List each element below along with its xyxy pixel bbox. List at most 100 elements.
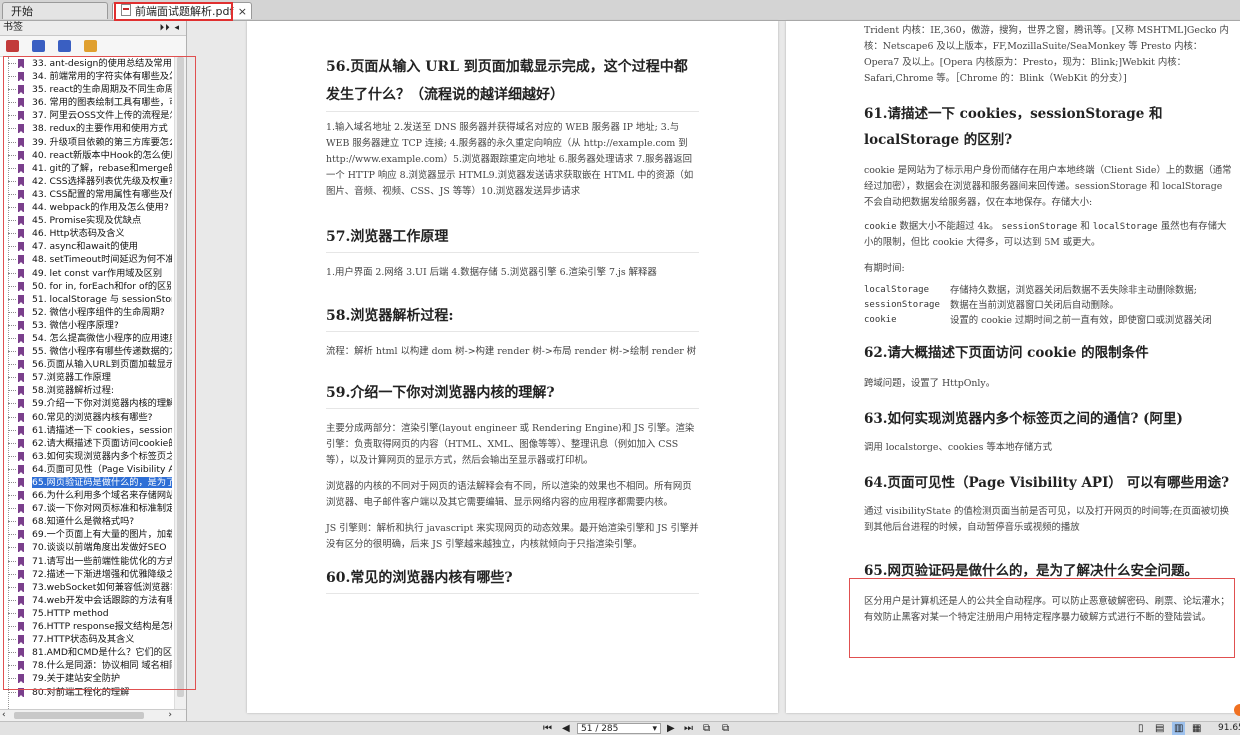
bookmark-properties-icon[interactable]	[84, 40, 97, 52]
bookmark-item[interactable]: 52. 微信小程序组件的生命周期?	[0, 306, 172, 319]
bookmark-item[interactable]: 44. webpack的作用及怎么使用?	[0, 201, 172, 214]
bookmark-item[interactable]: 67.谈一下你对网页标准和标准制定机构	[0, 502, 172, 515]
bookmark-item[interactable]: 79.关于建站安全防护	[0, 672, 172, 685]
text-59-p1: 主要分成两部分：渲染引擎(layout engineer 或 Rendering…	[326, 423, 695, 466]
bookmark-item[interactable]: 55. 微信小程序有哪些传递数据的方法	[0, 345, 172, 358]
bookmark-item[interactable]: 62.请大概描述下页面访问cookie的限制	[0, 437, 172, 450]
scroll-thumb[interactable]	[177, 57, 184, 697]
bookmark-icon	[18, 229, 24, 239]
bookmark-item[interactable]: 58.浏览器解析过程:	[0, 384, 172, 397]
bookmark-item[interactable]: 40. react新版本中Hook的怎么使用	[0, 149, 172, 162]
bookmark-item[interactable]: 33. ant-design的使用总结及常用组件	[0, 57, 172, 70]
bookmark-item[interactable]: 41. git的了解，rebase和merge的区别	[0, 162, 172, 175]
bookmark-label: 65.网页验证码是做什么的，是为了解决	[32, 477, 172, 488]
bookmark-item[interactable]: 48. setTimeout时间延迟为何不准	[0, 253, 172, 266]
expiry-desc: 数据在当前浏览器窗口关闭后自动删除。	[950, 300, 1119, 311]
add-bookmark-icon[interactable]	[32, 40, 45, 52]
bookmark-item[interactable]: 77.HTTP状态码及其含义	[0, 633, 172, 646]
bookmark-label: 37. 阿里云OSS文件上传的流程是怎样的	[32, 110, 172, 122]
bookmark-item[interactable]: 37. 阿里云OSS文件上传的流程是怎样的	[0, 109, 172, 122]
tab-start[interactable]: 开始	[2, 2, 108, 19]
continuous-view-icon[interactable]: ▤	[1155, 722, 1164, 735]
bookmark-item[interactable]: 59.介绍一下你对浏览器内核的理解?	[0, 397, 172, 410]
single-page-view-icon[interactable]: ▯	[1138, 722, 1144, 735]
bookmark-label: 76.HTTP response报文结构是怎样的	[32, 621, 172, 633]
bookmark-item[interactable]: 65.网页验证码是做什么的，是为了解决	[0, 476, 172, 489]
continuous-facing-view-icon[interactable]: ▦	[1192, 722, 1201, 735]
bookmark-item[interactable]: 34. 前端常用的字符实体有哪些及怎么用	[0, 70, 172, 83]
bookmark-icon	[18, 491, 24, 501]
bookmark-item[interactable]: 35. react的生命周期及不同生命周期的作用	[0, 83, 172, 96]
facing-view-icon[interactable]: ▥	[1172, 722, 1186, 735]
text-61-p2: cookie 数据大小不能超过 4k。 sessionStorage 和 loc…	[864, 219, 1234, 251]
scroll-left-icon[interactable]: ‹	[2, 710, 6, 721]
bookmark-item[interactable]: 68.知道什么是微格式吗?	[0, 515, 172, 528]
back-view-icon[interactable]: ⧉	[703, 722, 710, 735]
bookmark-item[interactable]: 70.谈谈以前端角度出发做好SEO（搜索	[0, 541, 172, 554]
page-number-input[interactable]: 51 / 285 ▾	[577, 723, 661, 734]
bookmarks-toolbar	[0, 36, 186, 57]
bookmark-item[interactable]: 49. let const var作用域及区别	[0, 267, 172, 280]
bookmark-item[interactable]: 47. async和await的使用	[0, 240, 172, 253]
bookmark-icon	[18, 622, 24, 632]
bookmark-item[interactable]: 54. 怎么提高微信小程序的应用速度	[0, 332, 172, 345]
bookmark-item[interactable]: 36. 常用的图表绘制工具有哪些，可以说一下	[0, 96, 172, 109]
zoom-level[interactable]: 91.65	[1218, 722, 1240, 735]
tree-connector	[8, 115, 16, 117]
bookmark-item[interactable]: 57.浏览器工作原理	[0, 371, 172, 384]
bookmark-item[interactable]: 71.请写出一些前端性能优化的方式，越多越好	[0, 555, 172, 568]
bookmark-item[interactable]: 39. 升级项目依赖的第三方库要怎么做	[0, 136, 172, 149]
bookmark-item[interactable]: 66.为什么利用多个域名来存储网站资源	[0, 489, 172, 502]
tree-connector	[8, 285, 16, 287]
tree-connector	[8, 468, 16, 470]
first-page-icon[interactable]: ⏮	[543, 722, 552, 735]
bookmark-item[interactable]: 72.描述一下渐进增强和优雅降级之间的不同	[0, 568, 172, 581]
bookmark-item[interactable]: 74.web开发中会话跟踪的方法有哪些	[0, 594, 172, 607]
last-page-icon[interactable]: ⏭	[684, 722, 693, 735]
bookmark-item[interactable]: 43. CSS配置的常用属性有哪些及作用	[0, 188, 172, 201]
bookmark-item[interactable]: 46. Http状态码及含义	[0, 227, 172, 240]
panel-controls[interactable]: ⏵⏵ ◂	[160, 21, 180, 35]
scroll-right-icon[interactable]: ›	[168, 710, 172, 721]
bookmark-item[interactable]: 42. CSS选择器列表优先级及权重?	[0, 175, 172, 188]
bookmark-item[interactable]: 56.页面从输入URL到页面加载显示完成	[0, 358, 172, 371]
bookmark-item[interactable]: 63.如何实现浏览器内多个标签页之间的通信	[0, 450, 172, 463]
bookmark-item[interactable]: 61.请描述一下 cookies，sessionStorage	[0, 424, 172, 437]
assistant-badge-icon[interactable]	[1234, 704, 1240, 716]
bookmark-item[interactable]: 53. 微信小程序原理?	[0, 319, 172, 332]
prev-page-icon[interactable]: ◀	[562, 722, 570, 735]
bookmark-item[interactable]: 80.对前端工程化的理解	[0, 686, 172, 699]
tree-connector	[8, 377, 16, 379]
bookmark-item[interactable]: 51. localStorage 与 sessionStorage 与 cook…	[0, 293, 172, 306]
bookmark-item[interactable]: 69.一个页面上有大量的图片，加载很慢	[0, 528, 172, 541]
bookmark-icon	[18, 268, 24, 278]
expand-bookmark-icon[interactable]	[6, 40, 19, 52]
forward-view-icon[interactable]: ⧉	[722, 722, 729, 735]
bookmark-icon	[18, 307, 24, 317]
tab-pdf-document[interactable]: 前端面试题解析.pdf ×	[112, 2, 252, 19]
bookmark-item[interactable]: 60.常见的浏览器内核有哪些?	[0, 411, 172, 424]
bookmark-label: 49. let const var作用域及区别	[32, 267, 163, 279]
bookmark-item[interactable]: 50. for in, forEach和for of的区别	[0, 280, 172, 293]
page-dropdown-icon[interactable]: ▾	[652, 724, 657, 735]
bookmark-icon	[18, 556, 24, 566]
bookmark-icon	[18, 661, 24, 671]
bookmark-item[interactable]: 38. redux的主要作用和使用方式	[0, 122, 172, 135]
bookmark-item[interactable]: 45. Promise实现及优缺点	[0, 214, 172, 227]
bookmark-item[interactable]: 76.HTTP response报文结构是怎样的	[0, 620, 172, 633]
bookmark-item[interactable]: 73.webSocket如何兼容低浏览器?（阿里）	[0, 581, 172, 594]
bookmark-item[interactable]: 81.AMD和CMD是什么？它们的区别	[0, 646, 172, 659]
bookmark-item[interactable]: 64.页面可见性（Page Visibility API）	[0, 463, 172, 476]
bookmark-label: 68.知道什么是微格式吗?	[32, 516, 135, 528]
bookmark-scrollbar[interactable]	[174, 57, 186, 709]
hscroll-thumb[interactable]	[14, 712, 144, 719]
close-tab-icon[interactable]: ×	[238, 3, 247, 19]
delete-bookmark-icon[interactable]	[58, 40, 71, 52]
bookmark-item[interactable]: 78.什么是同源：协议相同 域名相同	[0, 659, 172, 672]
next-page-icon[interactable]: ▶	[667, 722, 675, 735]
text-59-p3: JS 引擎则：解析和执行 javascript 来实现网页的动态效果。最开始渲染…	[326, 523, 699, 550]
bookmark-hscrollbar[interactable]: ‹ ›	[0, 709, 186, 721]
bookmark-item[interactable]: 75.HTTP method	[0, 607, 172, 620]
tree-connector	[8, 272, 16, 274]
bookmark-label: 69.一个页面上有大量的图片，加载很慢	[32, 529, 172, 541]
